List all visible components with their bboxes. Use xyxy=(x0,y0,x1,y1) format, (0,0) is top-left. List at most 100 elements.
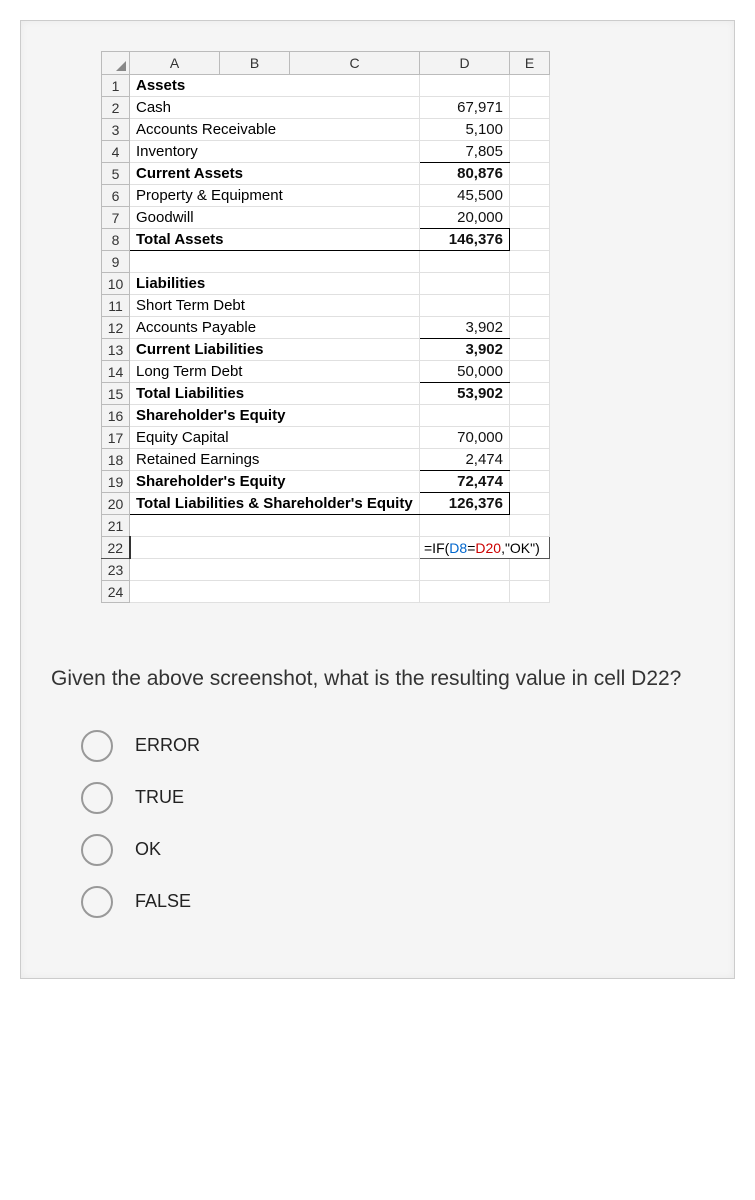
row-header[interactable]: 2 xyxy=(102,97,130,119)
row-header[interactable]: 4 xyxy=(102,141,130,163)
option-ok[interactable]: OK xyxy=(81,834,714,866)
cell-a6[interactable]: Property & Equipment xyxy=(130,185,420,207)
cell-a8[interactable]: Total Assets xyxy=(130,229,420,251)
row-header[interactable]: 12 xyxy=(102,317,130,339)
col-header-b[interactable]: B xyxy=(220,52,290,75)
cell-a10[interactable]: Liabilities xyxy=(130,273,420,295)
row-header[interactable]: 3 xyxy=(102,119,130,141)
cell-d10[interactable] xyxy=(420,273,510,295)
cell-a18[interactable]: Retained Earnings xyxy=(130,449,420,471)
cell-a7[interactable]: Goodwill xyxy=(130,207,420,229)
cell-e14[interactable] xyxy=(510,361,550,383)
cell-a24[interactable] xyxy=(130,581,420,603)
cell-d17[interactable]: 70,000 xyxy=(420,427,510,449)
cell-e21[interactable] xyxy=(510,515,550,537)
cell-d11[interactable] xyxy=(420,295,510,317)
cell-e9[interactable] xyxy=(510,251,550,273)
row-header[interactable]: 24 xyxy=(102,581,130,603)
cell-a14[interactable]: Long Term Debt xyxy=(130,361,420,383)
cell-e23[interactable] xyxy=(510,559,550,581)
row-header[interactable]: 21 xyxy=(102,515,130,537)
cell-a22[interactable] xyxy=(130,537,420,559)
cell-a11[interactable]: Short Term Debt xyxy=(130,295,420,317)
row-header[interactable]: 17 xyxy=(102,427,130,449)
cell-a3[interactable]: Accounts Receivable xyxy=(130,119,420,141)
cell-a2[interactable]: Cash xyxy=(130,97,420,119)
cell-d20[interactable]: 126,376 xyxy=(420,493,510,515)
cell-e18[interactable] xyxy=(510,449,550,471)
row-header[interactable]: 16 xyxy=(102,405,130,427)
row-header[interactable]: 23 xyxy=(102,559,130,581)
cell-a13[interactable]: Current Liabilities xyxy=(130,339,420,361)
cell-e8[interactable] xyxy=(510,229,550,251)
row-header[interactable]: 1 xyxy=(102,75,130,97)
cell-e20[interactable] xyxy=(510,493,550,515)
select-all-corner[interactable] xyxy=(102,52,130,75)
cell-e19[interactable] xyxy=(510,471,550,493)
row-header[interactable]: 5 xyxy=(102,163,130,185)
cell-d12[interactable]: 3,902 xyxy=(420,317,510,339)
cell-d13[interactable]: 3,902 xyxy=(420,339,510,361)
cell-e4[interactable] xyxy=(510,141,550,163)
row-header[interactable]: 10 xyxy=(102,273,130,295)
cell-d9[interactable] xyxy=(420,251,510,273)
cell-e13[interactable] xyxy=(510,339,550,361)
cell-d21[interactable] xyxy=(420,515,510,537)
cell-e7[interactable] xyxy=(510,207,550,229)
row-header[interactable]: 14 xyxy=(102,361,130,383)
cell-d22-formula[interactable]: =IF(D8=D20,"OK") xyxy=(420,537,550,559)
cell-d19[interactable]: 72,474 xyxy=(420,471,510,493)
row-header[interactable]: 20 xyxy=(102,493,130,515)
col-header-a[interactable]: A xyxy=(130,52,220,75)
option-true[interactable]: TRUE xyxy=(81,782,714,814)
cell-d16[interactable] xyxy=(420,405,510,427)
cell-d24[interactable] xyxy=(420,581,510,603)
cell-a23[interactable] xyxy=(130,559,420,581)
col-header-e[interactable]: E xyxy=(510,52,550,75)
cell-d6[interactable]: 45,500 xyxy=(420,185,510,207)
col-header-d[interactable]: D xyxy=(420,52,510,75)
cell-d18[interactable]: 2,474 xyxy=(420,449,510,471)
cell-d1[interactable] xyxy=(420,75,510,97)
cell-d7[interactable]: 20,000 xyxy=(420,207,510,229)
option-error[interactable]: ERROR xyxy=(81,730,714,762)
row-header[interactable]: 6 xyxy=(102,185,130,207)
cell-e1[interactable] xyxy=(510,75,550,97)
cell-e2[interactable] xyxy=(510,97,550,119)
row-header[interactable]: 13 xyxy=(102,339,130,361)
cell-e10[interactable] xyxy=(510,273,550,295)
row-header[interactable]: 22 xyxy=(102,537,130,559)
row-header[interactable]: 15 xyxy=(102,383,130,405)
cell-d4[interactable]: 7,805 xyxy=(420,141,510,163)
cell-a20[interactable]: Total Liabilities & Shareholder's Equity xyxy=(130,493,420,515)
row-header[interactable]: 19 xyxy=(102,471,130,493)
cell-a5[interactable]: Current Assets xyxy=(130,163,420,185)
cell-e6[interactable] xyxy=(510,185,550,207)
cell-d8[interactable]: 146,376 xyxy=(420,229,510,251)
cell-a21[interactable] xyxy=(130,515,420,537)
cell-d3[interactable]: 5,100 xyxy=(420,119,510,141)
cell-e5[interactable] xyxy=(510,163,550,185)
row-header[interactable]: 7 xyxy=(102,207,130,229)
cell-a16[interactable]: Shareholder's Equity xyxy=(130,405,420,427)
cell-d14[interactable]: 50,000 xyxy=(420,361,510,383)
cell-e12[interactable] xyxy=(510,317,550,339)
row-header[interactable]: 8 xyxy=(102,229,130,251)
cell-e17[interactable] xyxy=(510,427,550,449)
option-false[interactable]: FALSE xyxy=(81,886,714,918)
col-header-c[interactable]: C xyxy=(290,52,420,75)
cell-e3[interactable] xyxy=(510,119,550,141)
cell-a19[interactable]: Shareholder's Equity xyxy=(130,471,420,493)
row-header[interactable]: 11 xyxy=(102,295,130,317)
cell-e15[interactable] xyxy=(510,383,550,405)
cell-a9[interactable] xyxy=(130,251,420,273)
cell-d23[interactable] xyxy=(420,559,510,581)
cell-a4[interactable]: Inventory xyxy=(130,141,420,163)
cell-d5[interactable]: 80,876 xyxy=(420,163,510,185)
row-header[interactable]: 9 xyxy=(102,251,130,273)
cell-a1[interactable]: Assets xyxy=(130,75,420,97)
cell-d2[interactable]: 67,971 xyxy=(420,97,510,119)
cell-a12[interactable]: Accounts Payable xyxy=(130,317,420,339)
cell-e16[interactable] xyxy=(510,405,550,427)
cell-a17[interactable]: Equity Capital xyxy=(130,427,420,449)
